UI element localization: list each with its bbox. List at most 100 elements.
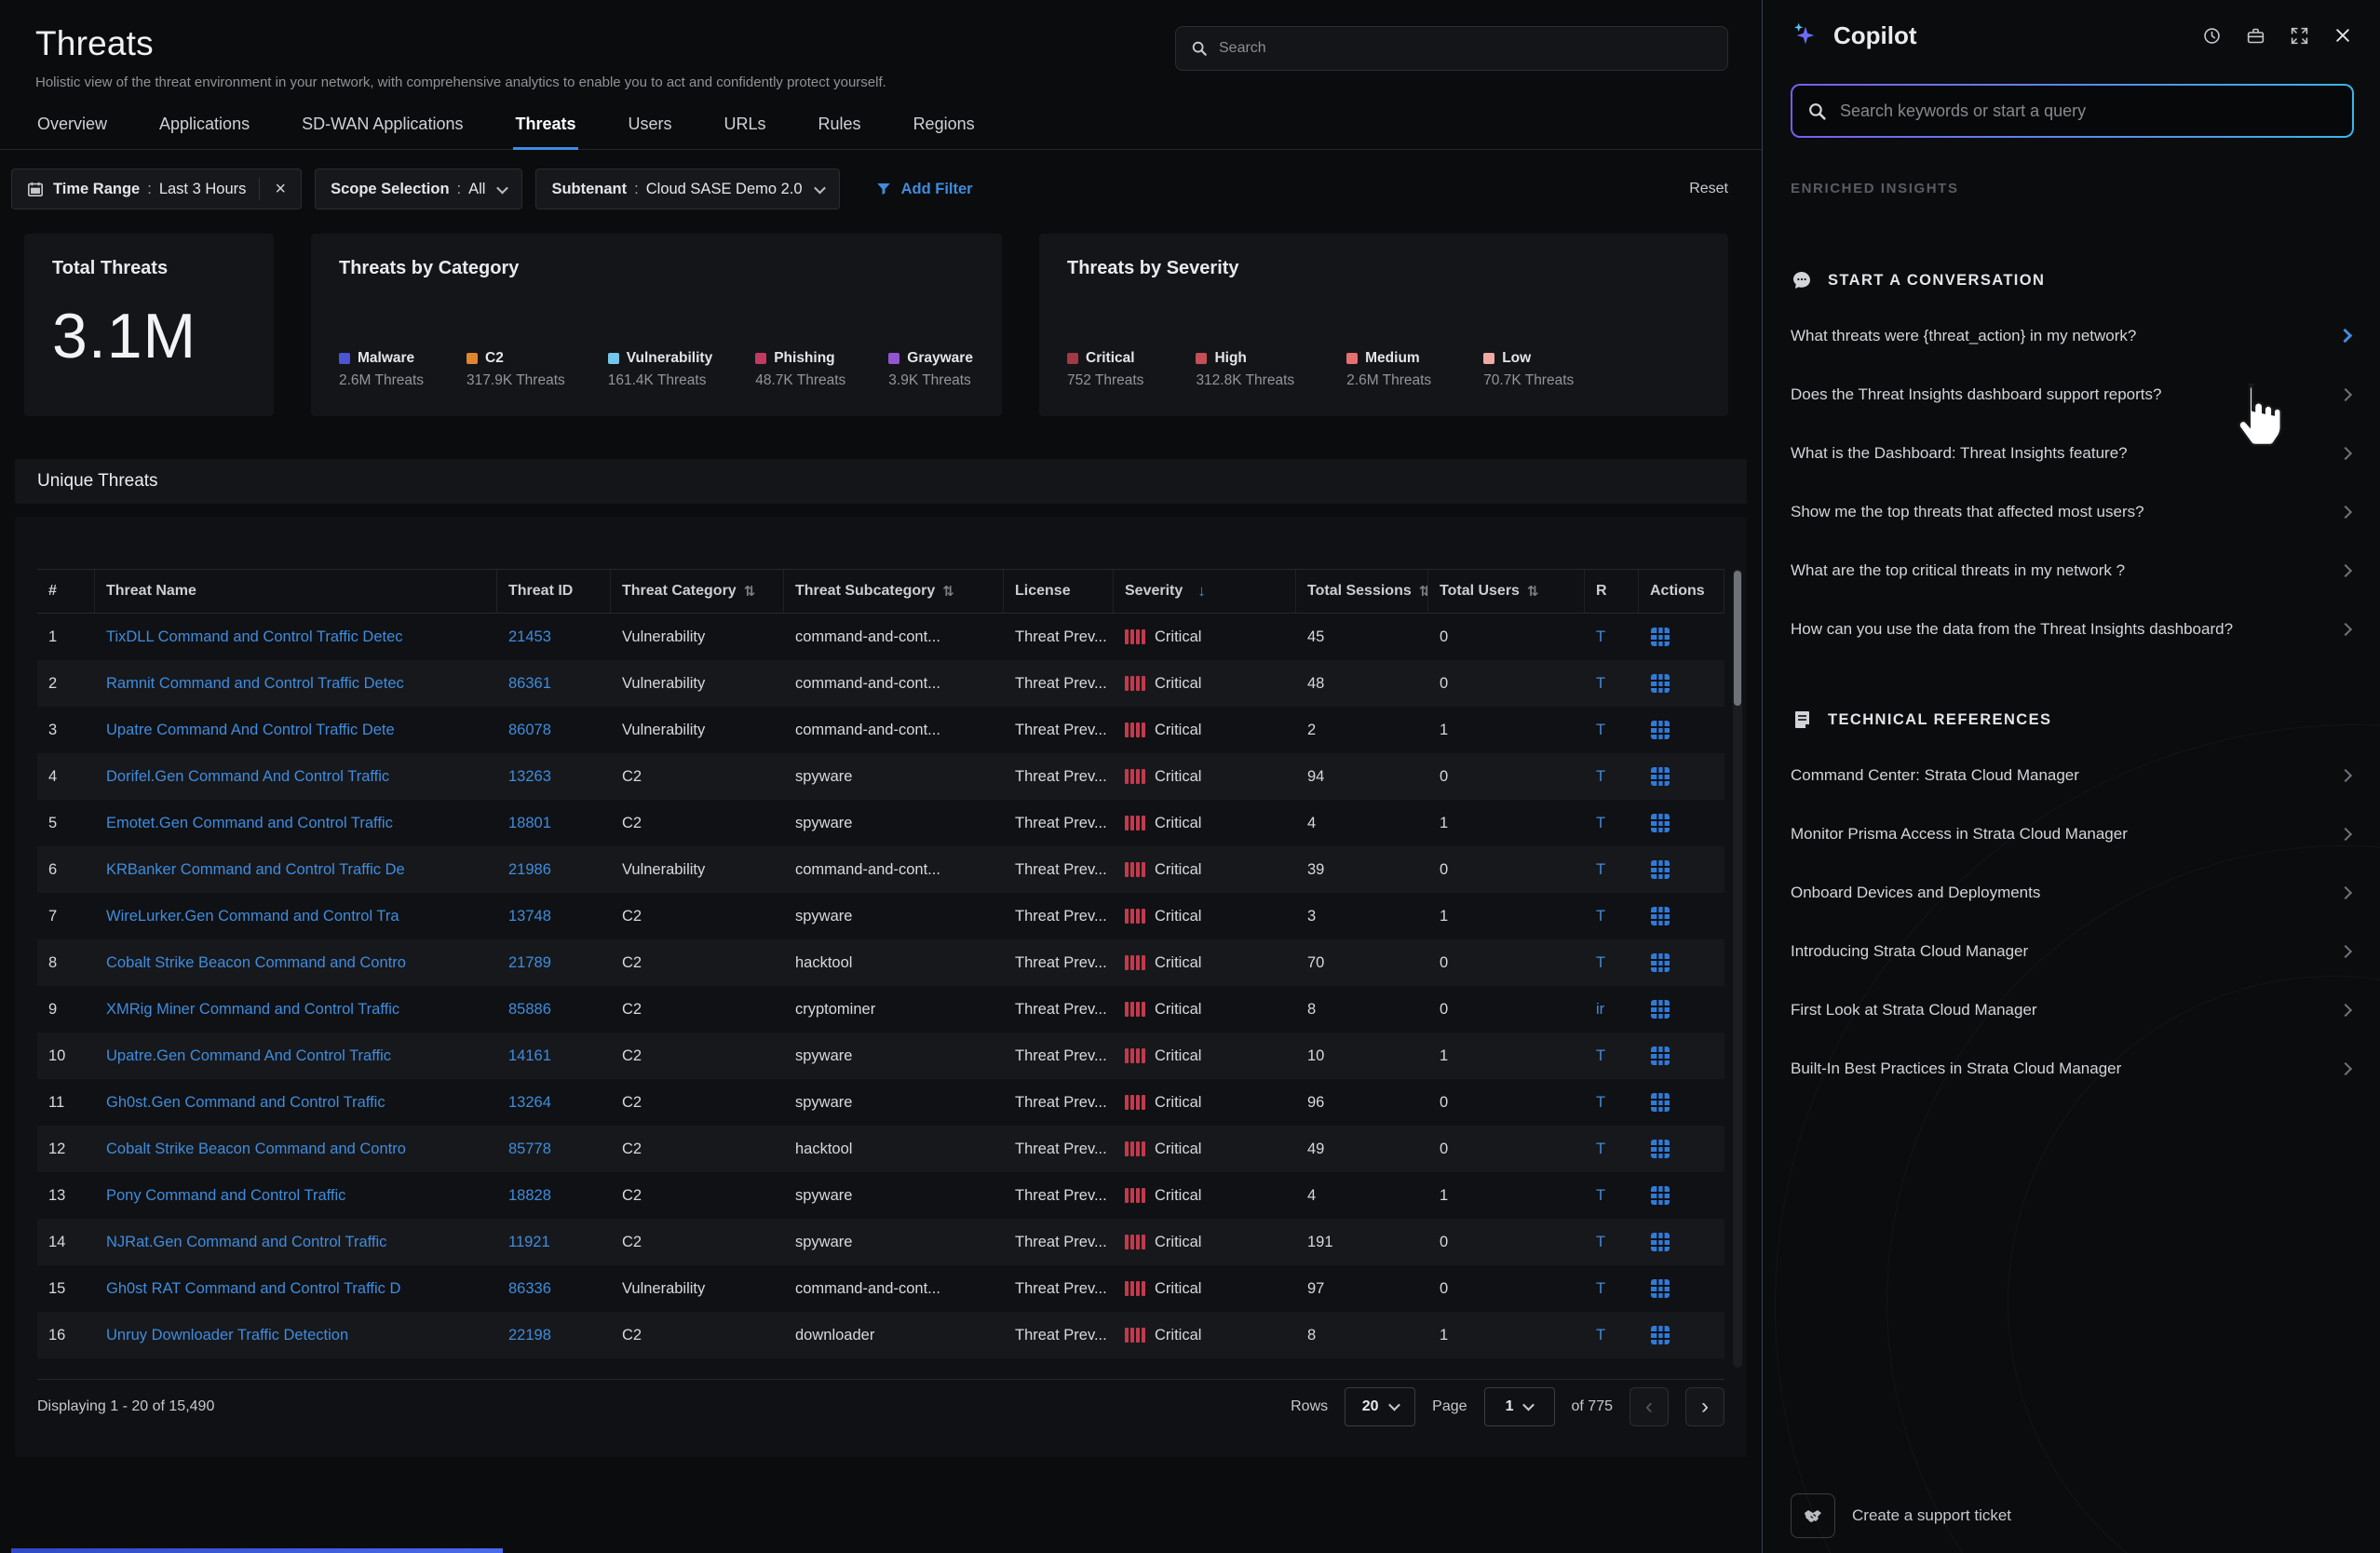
ref-link[interactable]: T <box>1596 722 1605 738</box>
reference-link[interactable]: Built-In Best Practices in Strata Cloud … <box>1791 1039 2356 1098</box>
threat-name-link[interactable]: Emotet.Gen Command and Control Traffic <box>106 815 393 831</box>
conversation-suggestion[interactable]: How can you use the data from the Threat… <box>1791 600 2356 658</box>
open-log-viewer-icon[interactable] <box>1650 1185 1670 1206</box>
conversation-suggestion[interactable]: What threats were {threat_action} in my … <box>1791 306 2356 365</box>
tab-threats[interactable]: Threats <box>513 111 577 149</box>
ref-link[interactable]: T <box>1596 908 1605 925</box>
conversation-suggestion[interactable]: Does the Threat Insights dashboard suppo… <box>1791 365 2356 424</box>
scope-selection-filter-chip[interactable]: Scope Selection : All <box>315 169 522 209</box>
ref-link[interactable]: T <box>1596 1280 1605 1297</box>
reference-link[interactable]: Introducing Strata Cloud Manager <box>1791 922 2356 980</box>
conversation-suggestion[interactable]: What are the top critical threats in my … <box>1791 541 2356 600</box>
threat-id-link[interactable]: 85778 <box>508 1141 551 1157</box>
history-icon[interactable] <box>2202 26 2222 46</box>
threat-id-link[interactable]: 86361 <box>508 675 551 692</box>
ref-link[interactable]: T <box>1596 675 1605 692</box>
tab-users[interactable]: Users <box>627 111 674 149</box>
copilot-search[interactable] <box>1791 84 2354 138</box>
threat-name-link[interactable]: Gh0st RAT Command and Control Traffic D <box>106 1280 400 1297</box>
open-log-viewer-icon[interactable] <box>1650 1046 1670 1066</box>
threat-id-link[interactable]: 21453 <box>508 628 551 645</box>
threat-name-link[interactable]: Upatre Command And Control Traffic Dete <box>106 722 395 738</box>
column-header[interactable]: Total Sessions ⇅ <box>1296 570 1428 613</box>
open-log-viewer-icon[interactable] <box>1650 1232 1670 1252</box>
expand-icon[interactable] <box>2290 26 2309 46</box>
threat-id-link[interactable]: 21986 <box>508 861 551 878</box>
threat-id-link[interactable]: 13264 <box>508 1094 551 1111</box>
threat-name-link[interactable]: Upatre.Gen Command And Control Traffic <box>106 1047 391 1064</box>
add-filter-button[interactable]: Add Filter <box>875 181 973 198</box>
column-header[interactable]: Threat ID <box>497 570 611 613</box>
reference-link[interactable]: Monitor Prisma Access in Strata Cloud Ma… <box>1791 804 2356 863</box>
column-header[interactable]: Threat Name <box>95 570 497 613</box>
threat-id-link[interactable]: 22198 <box>508 1327 551 1344</box>
open-log-viewer-icon[interactable] <box>1650 952 1670 973</box>
conversation-suggestion[interactable]: What is the Dashboard: Threat Insights f… <box>1791 424 2356 482</box>
copilot-search-input[interactable] <box>1840 101 2337 121</box>
scrollbar-thumb[interactable] <box>1734 571 1741 706</box>
open-log-viewer-icon[interactable] <box>1650 673 1670 694</box>
open-log-viewer-icon[interactable] <box>1650 1139 1670 1159</box>
ref-link[interactable]: T <box>1596 1094 1605 1111</box>
ref-link[interactable]: T <box>1596 1047 1605 1064</box>
ref-link[interactable]: T <box>1596 1234 1605 1250</box>
previous-page-button[interactable]: ‹ <box>1629 1387 1669 1426</box>
tab-regions[interactable]: Regions <box>912 111 977 149</box>
tab-applications[interactable]: Applications <box>157 111 251 149</box>
threat-id-link[interactable]: 18801 <box>508 815 551 831</box>
subtenant-filter-chip[interactable]: Subtenant : Cloud SASE Demo 2.0 <box>535 169 839 209</box>
column-header[interactable]: Actions <box>1639 570 1724 613</box>
threat-id-link[interactable]: 85886 <box>508 1001 551 1018</box>
threat-id-link[interactable]: 13263 <box>508 768 551 785</box>
toolbox-icon[interactable] <box>2246 26 2265 46</box>
reference-link[interactable]: Command Center: Strata Cloud Manager <box>1791 746 2356 804</box>
column-header[interactable]: Severity ↓ <box>1114 570 1296 613</box>
open-log-viewer-icon[interactable] <box>1650 627 1670 647</box>
tab-sdwan-applications[interactable]: SD-WAN Applications <box>300 111 465 149</box>
ref-link[interactable]: T <box>1596 861 1605 878</box>
global-search-input[interactable] <box>1219 40 1712 57</box>
column-header[interactable]: Threat Subcategory ⇅ <box>784 570 1004 613</box>
support-ticket-button[interactable] <box>1791 1493 1835 1538</box>
ref-link[interactable]: T <box>1596 628 1605 645</box>
ref-link[interactable]: T <box>1596 768 1605 785</box>
threat-name-link[interactable]: Gh0st.Gen Command and Control Traffic <box>106 1094 385 1111</box>
sort-icon[interactable]: ⇅ <box>744 583 756 600</box>
open-log-viewer-icon[interactable] <box>1650 999 1670 1020</box>
threat-id-link[interactable]: 86336 <box>508 1280 551 1297</box>
tab-rules[interactable]: Rules <box>817 111 863 149</box>
threat-name-link[interactable]: WireLurker.Gen Command and Control Tra <box>106 908 399 925</box>
threat-name-link[interactable]: Cobalt Strike Beacon Command and Contro <box>106 1141 406 1157</box>
reference-link[interactable]: First Look at Strata Cloud Manager <box>1791 980 2356 1039</box>
reference-link[interactable]: Onboard Devices and Deployments <box>1791 863 2356 922</box>
ref-link[interactable]: T <box>1596 954 1605 971</box>
threat-name-link[interactable]: Pony Command and Control Traffic <box>106 1187 345 1204</box>
column-header[interactable]: R <box>1585 570 1639 613</box>
ref-link[interactable]: T <box>1596 1141 1605 1157</box>
remove-time-filter-icon[interactable]: × <box>259 178 286 200</box>
rows-per-page-select[interactable]: 20 <box>1345 1387 1415 1426</box>
threat-name-link[interactable]: XMRig Miner Command and Control Traffic <box>106 1001 399 1018</box>
threat-name-link[interactable]: TixDLL Command and Control Traffic Detec <box>106 628 403 645</box>
threat-name-link[interactable]: NJRat.Gen Command and Control Traffic <box>106 1234 386 1250</box>
sort-icon[interactable]: ⇅ <box>1419 583 1428 600</box>
sort-active-icon[interactable]: ↓ <box>1197 582 1206 601</box>
column-header[interactable]: # <box>37 570 95 613</box>
ref-link[interactable]: T <box>1596 1187 1605 1204</box>
sort-icon[interactable]: ⇅ <box>1527 583 1539 600</box>
open-log-viewer-icon[interactable] <box>1650 1092 1670 1113</box>
open-log-viewer-icon[interactable] <box>1650 1325 1670 1345</box>
conversation-suggestion[interactable]: Show me the top threats that affected mo… <box>1791 482 2356 541</box>
sort-icon[interactable]: ⇅ <box>942 583 954 600</box>
threat-id-link[interactable]: 86078 <box>508 722 551 738</box>
threat-name-link[interactable]: Cobalt Strike Beacon Command and Contro <box>106 954 406 971</box>
threat-id-link[interactable]: 13748 <box>508 908 551 925</box>
threat-name-link[interactable]: Unruy Downloader Traffic Detection <box>106 1327 348 1344</box>
table-scrollbar[interactable] <box>1733 569 1742 1368</box>
open-log-viewer-icon[interactable] <box>1650 766 1670 787</box>
time-range-filter-chip[interactable]: Time Range : Last 3 Hours × <box>11 169 302 209</box>
open-log-viewer-icon[interactable] <box>1650 813 1670 833</box>
ref-link[interactable]: T <box>1596 1327 1605 1344</box>
threat-id-link[interactable]: 11921 <box>508 1234 550 1250</box>
reset-button[interactable]: Reset <box>1689 181 1728 197</box>
